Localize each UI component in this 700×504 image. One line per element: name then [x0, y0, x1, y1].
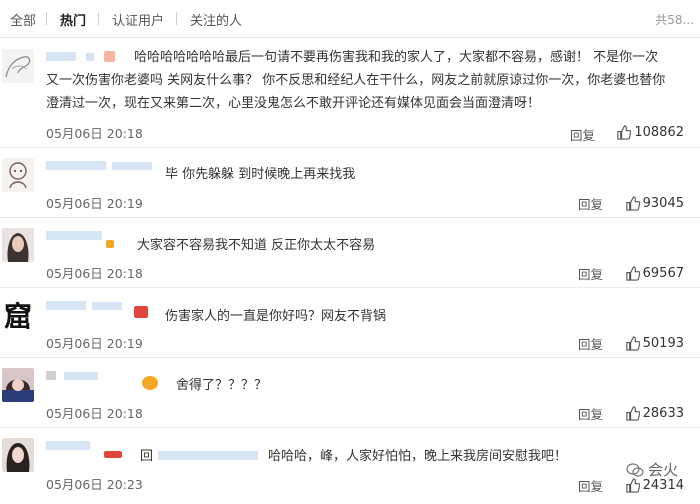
member-badge-icon: [104, 51, 115, 62]
avatar[interactable]: [2, 368, 34, 402]
comment-text-line: 哈哈哈哈哈哈哈最后一句请不要再伤害我和我的家人了，大家都不容易，感谢！ 不是你一…: [134, 50, 659, 65]
tab-divider: [176, 12, 177, 25]
username[interactable]: [46, 371, 56, 380]
comment-text-line: 又一次伤害你老婆吗 关网友什么事？ 你不反思和经纪人在干什么，网友之前就原谅过你…: [46, 73, 666, 88]
tab-all[interactable]: 全部: [10, 10, 36, 29]
reply-button[interactable]: 回复: [578, 194, 603, 213]
username[interactable]: [46, 441, 90, 450]
comment-text: 哈哈哈哈哈哈哈最后一句请不要再伤害我和我的家人了，大家都不容易，感谢！ 不是你一…: [134, 46, 694, 69]
thumbs-up-icon: [617, 125, 632, 140]
reply-button[interactable]: 回复: [570, 125, 595, 144]
thumbs-up-icon: [625, 478, 640, 493]
comment-text-line: 澄清过一次，现在又来第二次，心里没鬼怎么不敢开评论还有媒体见面会当面澄清呀！: [46, 96, 541, 111]
comment-item: 舍得了？？？？ 05月06日 20:18 回复 28633: [0, 358, 700, 428]
avatar[interactable]: [2, 438, 34, 472]
thumbs-up-icon: [625, 196, 640, 211]
comment-text: 大家容不容易我不知道 反正你太太不容易: [137, 238, 376, 253]
tab-divider: [46, 12, 47, 25]
reply-button[interactable]: 回复: [578, 404, 603, 423]
avatar[interactable]: 窟: [2, 298, 34, 332]
watermark: 会火: [626, 459, 678, 480]
comment-time: 05月06日 20:19: [46, 336, 143, 351]
avatar[interactable]: [2, 49, 34, 83]
tab-verified-users[interactable]: 认证用户: [112, 10, 164, 29]
like-button[interactable]: 93045: [625, 196, 684, 211]
username-suffix: [86, 53, 94, 61]
comment-time: 05月06日 20:18: [46, 406, 143, 421]
like-count: 108862: [634, 125, 684, 140]
like-button[interactable]: 28633: [625, 406, 684, 421]
tab-hot[interactable]: 热门: [60, 10, 86, 29]
like-button[interactable]: 24314: [625, 478, 684, 493]
like-count: 24314: [642, 478, 684, 493]
username[interactable]: [46, 231, 102, 240]
comment-item: 回 哈哈哈，峰，人家好怕怕，晚上来我房间安慰我吧！ 05月06日 20:23 回…: [0, 428, 700, 504]
member-badge-icon: [134, 306, 148, 318]
reply-button[interactable]: 回复: [578, 476, 603, 495]
watermark-text: 会火: [647, 461, 678, 479]
username-suffix: [92, 302, 122, 310]
thumbs-up-icon: [625, 266, 640, 281]
wechat-icon: [626, 462, 644, 477]
comment-item: 大家容不容易我不知道 反正你太太不容易 05月06日 20:18 回复 6956…: [0, 218, 700, 288]
comment-time: 05月06日 20:19: [46, 196, 143, 211]
portrait-avatar-icon: [7, 233, 29, 262]
comment-time: 05月06日 20:18: [46, 266, 143, 281]
comment-text: 毕 你先躲躲 到时候晚上再来找我: [165, 167, 356, 182]
comment-time: 05月06日 20:18: [46, 126, 143, 141]
thumbs-up-icon: [625, 336, 640, 351]
username[interactable]: [46, 52, 76, 61]
like-count: 28633: [642, 406, 684, 421]
like-button[interactable]: 108862: [616, 125, 684, 140]
line-drawing-avatar-icon: [5, 56, 31, 78]
thumbs-up-icon: [625, 406, 640, 421]
avatar-character: 窟: [3, 300, 32, 332]
comment-item: 毕 你先躲躲 到时候晚上再来找我 05月06日 20:19 回复 93045: [0, 148, 700, 218]
reply-button[interactable]: 回复: [578, 334, 603, 353]
username-suffix: [112, 162, 152, 170]
tab-divider: [98, 12, 99, 25]
like-button[interactable]: 50193: [625, 336, 684, 351]
comment-time: 05月06日 20:23: [46, 477, 143, 492]
comment-text: 哈哈哈，峰，人家好怕怕，晚上来我房间安慰我吧！: [268, 449, 568, 464]
member-badge-icon: [104, 451, 122, 458]
username-suffix: [64, 372, 98, 380]
reply-to-username[interactable]: [158, 451, 258, 460]
comment-text-continued: 又一次伤害你老婆吗 关网友什么事？ 你不反思和经纪人在干什么，网友之前就原谅过你…: [46, 69, 696, 115]
like-count: 50193: [642, 336, 684, 351]
tab-following[interactable]: 关注的人: [190, 10, 242, 29]
comment-filter-tabs: 全部 热门 认证用户 关注的人 共58...: [0, 0, 700, 38]
avatar[interactable]: [2, 158, 34, 192]
username[interactable]: [46, 301, 86, 310]
like-button[interactable]: 69567: [625, 266, 684, 281]
portrait-avatar-icon: [6, 443, 30, 472]
username[interactable]: [46, 161, 106, 170]
reply-button[interactable]: 回复: [578, 264, 603, 283]
cartoon-avatar-icon: [9, 162, 27, 189]
crown-badge-icon: [142, 376, 158, 390]
reply-prefix: 回: [140, 449, 154, 464]
like-count: 69567: [642, 266, 684, 281]
like-count: 93045: [642, 196, 684, 211]
comment-text: 伤害家人的一直是你好吗？网友不背锅: [165, 309, 387, 324]
comment-item: 窟 伤害家人的一直是你好吗？网友不背锅 05月06日 20:19 回复 5019…: [0, 288, 700, 358]
comment-total-count: 共58...: [655, 13, 694, 27]
comment-text: 舍得了？？？？: [176, 378, 268, 393]
photo-avatar-icon: [2, 379, 34, 402]
avatar[interactable]: [2, 228, 34, 262]
member-badge-icon: [106, 240, 114, 248]
comment-item: 哈哈哈哈哈哈哈最后一句请不要再伤害我和我的家人了，大家都不容易，感谢！ 不是你一…: [0, 39, 700, 148]
